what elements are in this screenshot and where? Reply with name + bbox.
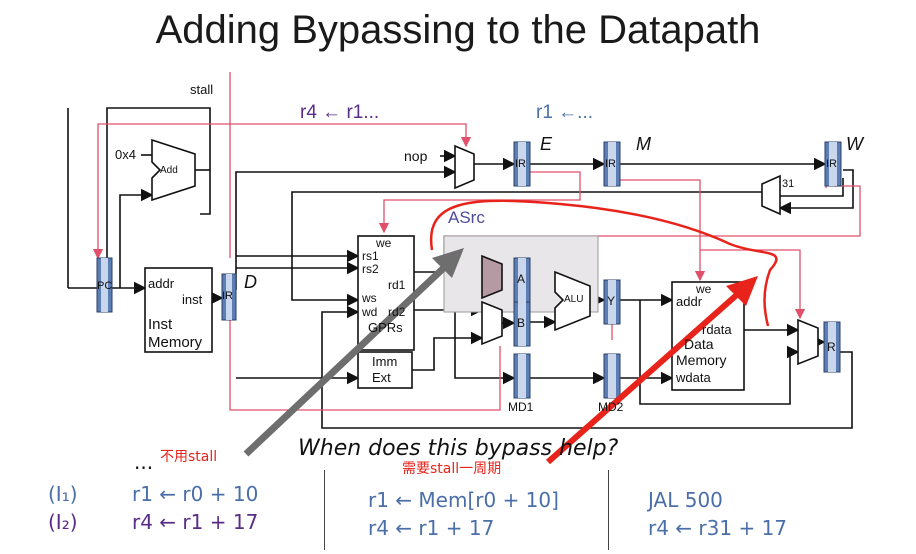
stage-m-label: M [636,134,651,154]
md1-label: MD1 [508,400,534,414]
stage-w-label: W [846,134,863,154]
r-register-label: R [827,340,836,354]
gpr-ws-label: ws [362,291,377,305]
stall-label: stall [190,82,214,97]
add-label: Add [160,165,178,176]
ir-w-label: IR [826,158,837,170]
gprs-title: GPRs [368,320,403,335]
wb-31-mux [761,174,781,216]
dm-addr-label: addr [676,294,703,309]
instr-i1-tag: (I₁) [48,482,78,506]
case3-line1: JAL 500 [648,488,723,512]
gpr-rs2-label: rs2 [362,262,379,276]
b-register-label: B [517,316,526,330]
ext-label: Ext [372,370,391,385]
dm-data-label: Data [684,336,714,352]
ox4-label: 0x4 [115,147,136,162]
instr-i2-tag: (I₂) [48,510,78,534]
case1-line1: r1 ← r0 + 10 [132,482,259,506]
gpr-wd-label: wd [362,305,378,319]
slide: Adding Bypassing to the Datapath stall r… [0,0,916,554]
n31-label: 31 [782,178,795,190]
stage-d-label: D [244,272,257,292]
ir-m-label: IR [605,158,616,170]
md2-label: MD2 [598,400,624,414]
y-register-label: Y [607,294,616,308]
separator-1 [324,470,325,550]
separator-2 [608,470,609,550]
b-mux [481,300,503,346]
no-stall-arrow [243,248,464,457]
case3-line2: r4 ← r31 + 17 [648,516,788,540]
r4-hint: r4 ← r1... [300,102,380,123]
ellipsis: ... [134,450,154,474]
dm-memory-label: Memory [676,352,727,368]
alu-label: ALU [564,294,584,305]
gpr-rd2-label: rd2 [388,305,406,319]
r1-hint: r1 ←... [536,102,594,123]
ir-e-label: IR [515,158,526,170]
case2-line1: r1 ← Mem[r0 + 10] [368,488,559,512]
stage-e-label: E [540,134,553,154]
nop-mux [454,144,475,190]
inst-mem-title-1: Inst [148,316,173,333]
case2-line2: r4 ← r1 + 17 [368,516,495,540]
no-stall-annotation: 不用stall [160,449,218,465]
gpr-rd1-label: rd1 [388,278,406,292]
nop-label: nop [404,148,428,164]
gpr-we-label: we [376,236,392,250]
dm-wdata-label: wdata [676,370,711,385]
gpr-rs1-label: rs1 [362,249,379,263]
case1-line2: r4 ← r1 + 17 [132,510,259,534]
asrc-label: ASrc [448,208,485,227]
a-mux [481,254,503,300]
r-mux [797,318,819,366]
inst-mem-title-2: Memory [148,334,203,351]
dm-rdata-label: rdata [702,322,732,337]
ir-d-label: IR [222,290,233,302]
inst-mem-inst-label: inst [182,292,203,307]
imm-label: Imm [372,354,398,369]
a-register-label: A [517,272,526,286]
pc-label: PC [97,280,113,292]
need-stall-annotation: 需要stall一周期 [402,461,502,477]
inst-mem-addr-label: addr [148,276,175,291]
